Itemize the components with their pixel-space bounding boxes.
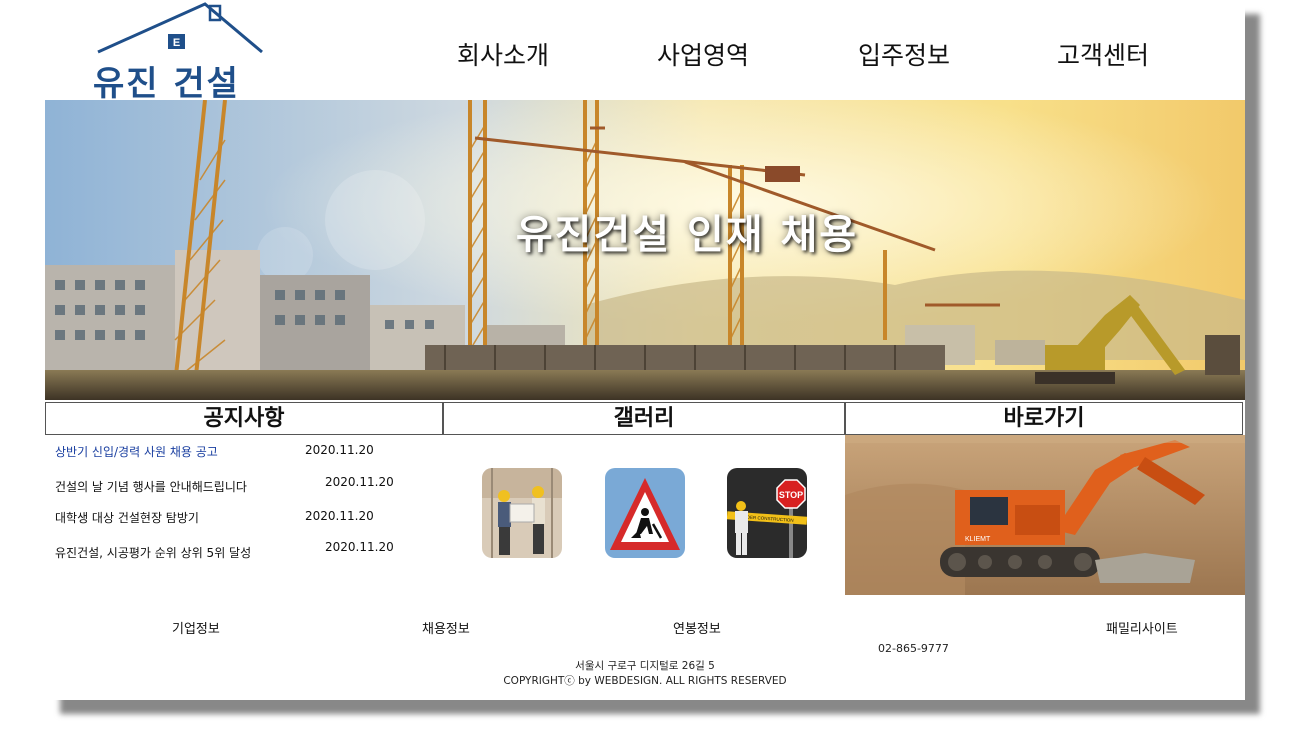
nav-residence[interactable]: 입주정보 xyxy=(858,36,950,72)
notice-date: 2020.11.20 xyxy=(325,540,394,554)
notice-date: 2020.11.20 xyxy=(305,443,374,457)
notice-list: 상반기 신입/경력 사원 채용 공고 2020.11.20 건설의 날 기념 행… xyxy=(45,436,443,576)
engineers-photo-icon xyxy=(482,468,562,558)
main-nav: 회사소개 사업영역 입주정보 고객센터 xyxy=(455,36,1175,72)
machine-label: KLIEMT xyxy=(965,536,991,543)
notice-header[interactable]: 공지사항 xyxy=(45,402,443,435)
footer-link-salary[interactable]: 연봉정보 xyxy=(673,618,721,637)
shortcut-header[interactable]: 바로가기 xyxy=(845,402,1243,435)
list-item[interactable]: 건설의 날 기념 행사를 안내해드립니다 2020.11.20 xyxy=(55,475,435,498)
gallery-thumb-stop[interactable]: STOP UNDER CONSTRUCTION xyxy=(727,468,807,558)
footer-link-jobs[interactable]: 채용정보 xyxy=(422,618,470,637)
notice-title[interactable]: 상반기 신입/경력 사원 채용 공고 xyxy=(55,443,218,460)
gallery-thumb-roadwork[interactable] xyxy=(605,468,685,558)
gallery-thumb-engineers[interactable] xyxy=(482,468,562,558)
notice-date: 2020.11.20 xyxy=(325,475,394,489)
footer-address: 서울시 구로구 디지털로 26길 5 xyxy=(575,660,715,672)
road-work-sign-icon xyxy=(605,468,685,558)
notice-title[interactable]: 유진건설, 시공평가 순위 상위 5위 달성 xyxy=(55,544,251,561)
shortcut-excavator-image[interactable]: KLIEMT xyxy=(845,435,1245,595)
gallery-header[interactable]: 갤러리 xyxy=(443,402,845,435)
logo-text: 유진 건설 xyxy=(93,64,240,104)
hero-title: 유진건설 인재 채용 xyxy=(515,212,859,258)
hero-banner: 유진건설 인재 채용 xyxy=(45,100,1245,400)
nav-company[interactable]: 회사소개 xyxy=(457,36,549,72)
list-item[interactable]: 상반기 신입/경력 사원 채용 공고 2020.11.20 xyxy=(55,443,435,463)
excavator-icon: KLIEMT xyxy=(845,435,1245,595)
list-item[interactable]: 유진건설, 시공평가 순위 상위 5위 달성 2020.11.20 xyxy=(55,540,435,564)
nav-customer[interactable]: 고객센터 xyxy=(1057,36,1149,72)
nav-business[interactable]: 사업영역 xyxy=(657,36,749,72)
notice-title[interactable]: 건설의 날 기념 행사를 안내해드립니다 xyxy=(55,478,247,495)
footer-phone: 02-865-9777 xyxy=(878,642,949,655)
footer-link-company-info[interactable]: 기업정보 xyxy=(172,618,220,637)
footer-link-family-site[interactable]: 패밀리사이트 xyxy=(1106,618,1178,637)
footer-copyright: COPYRIGHTⓒ by WEBDESIGN. ALL RIGHTS RESE… xyxy=(503,675,787,687)
notice-date: 2020.11.20 xyxy=(305,509,374,523)
house-roof-icon: E xyxy=(97,2,263,54)
stop-sign-worker-icon: STOP UNDER CONSTRUCTION xyxy=(727,468,807,558)
notice-title[interactable]: 대학생 대상 건설현장 탐방기 xyxy=(55,509,199,526)
logo-badge: E xyxy=(173,37,180,49)
list-item[interactable]: 대학생 대상 건설현장 탐방기 2020.11.20 xyxy=(55,509,435,529)
company-logo[interactable]: E 유진 건설 xyxy=(90,0,270,104)
header: E 유진 건설 회사소개 사업영역 입주정보 고객센터 xyxy=(45,0,1245,104)
stop-sign-label: STOP xyxy=(779,490,803,500)
page-panel: E 유진 건설 회사소개 사업영역 입주정보 고객센터 유진건설 인재 채용 공… xyxy=(45,0,1245,700)
